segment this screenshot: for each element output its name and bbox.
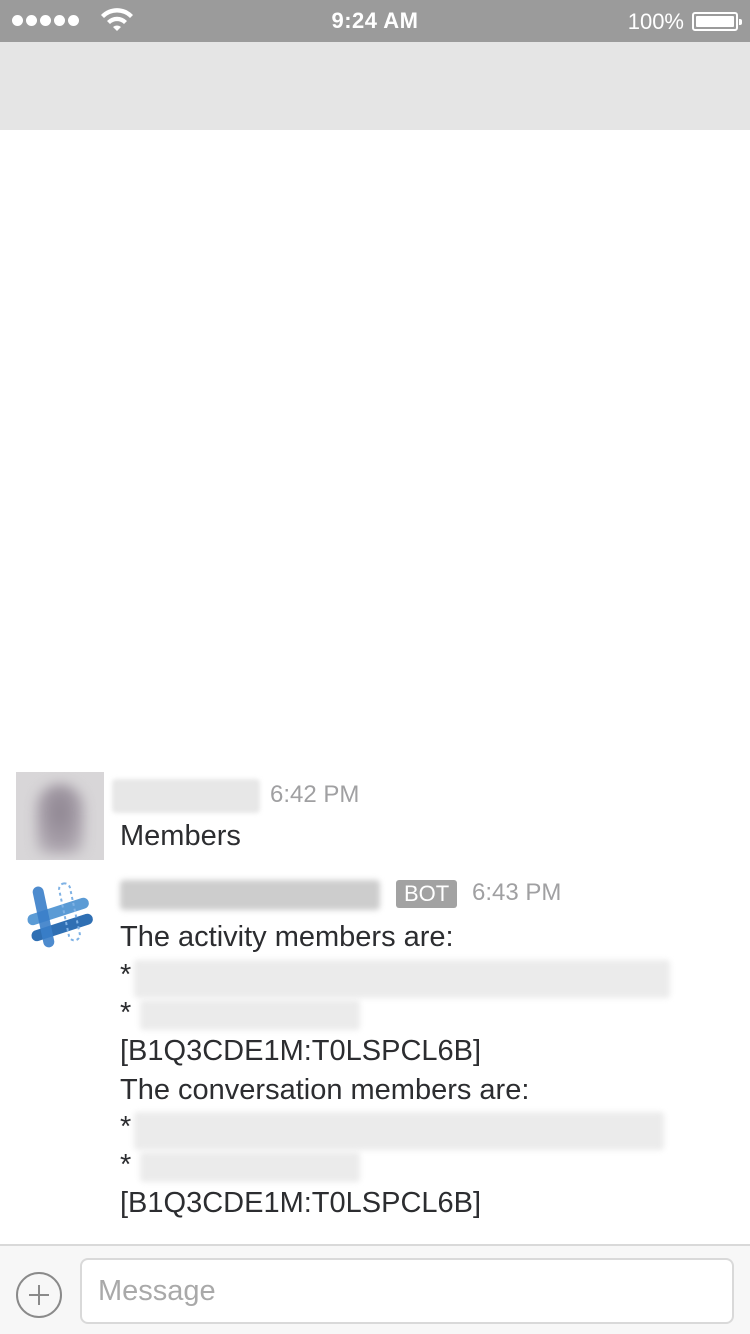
blurred-member (134, 960, 670, 998)
message-timestamp: 6:43 PM (472, 879, 562, 906)
bullet-marker: * (120, 1111, 132, 1143)
navigation-bar (0, 42, 750, 130)
message-text: Members (120, 820, 241, 852)
blurred-member (140, 1152, 360, 1182)
bullet-marker: * (120, 959, 132, 991)
plus-circle-icon[interactable] (16, 1272, 62, 1318)
status-bar: 9:24 AM 100% (0, 0, 750, 42)
bot-badge: BOT (396, 880, 458, 908)
member-id: [B1Q3CDE1M:T0LSPCL6B] (120, 1187, 482, 1219)
blurred-bot-name[interactable] (120, 880, 380, 910)
message-composer (0, 1244, 750, 1334)
blurred-username[interactable] (112, 779, 260, 813)
battery-icon (692, 12, 742, 31)
bullet-marker: * (120, 997, 132, 1029)
message-input[interactable] (80, 1258, 734, 1324)
message-line: The conversation members are: (120, 1074, 530, 1106)
message-line: The activity members are: (120, 921, 454, 953)
battery-percent: 100% (627, 9, 684, 34)
blurred-member (134, 1112, 664, 1150)
bullet-marker: * (120, 1149, 132, 1181)
member-id: [B1Q3CDE1M:T0LSPCL6B] (120, 1035, 482, 1067)
blurred-member (140, 1000, 360, 1030)
message-timestamp: 6:42 PM (270, 781, 360, 808)
user-avatar[interactable] (16, 772, 104, 860)
bot-avatar-icon[interactable] (24, 880, 96, 952)
